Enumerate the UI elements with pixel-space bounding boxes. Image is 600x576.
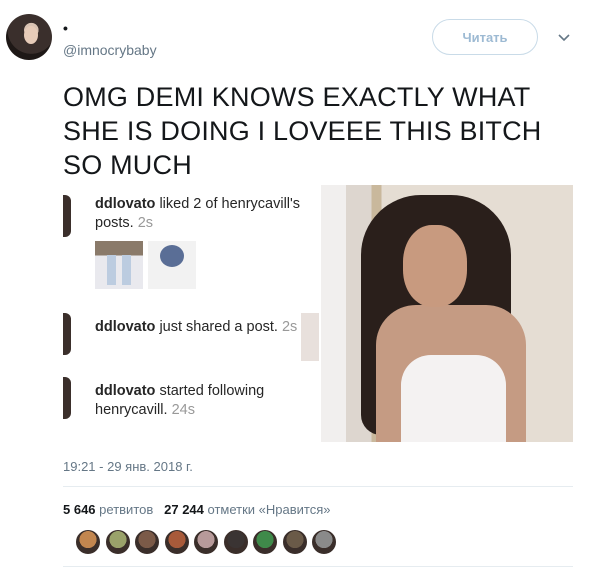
post-thumbnail: [301, 313, 319, 361]
tweet-media[interactable]: ddlovato liked 2 of henrycavill's posts.…: [63, 185, 573, 442]
liker-avatar[interactable]: [222, 529, 249, 555]
post-thumbnail: [95, 241, 143, 289]
divider: [63, 486, 573, 487]
tweet-text: OMG DEMI KNOWS EXACTLY WHAT SHE IS DOING…: [63, 82, 542, 180]
notification-avatar: [63, 313, 71, 355]
liker-avatar[interactable]: [193, 529, 219, 555]
tweet-timestamp[interactable]: 19:21 - 29 янв. 2018 г.: [63, 459, 193, 474]
tweet-stats: 5 646 ретвитов 27 244 отметки «Нравится»: [63, 502, 331, 517]
liker-avatar[interactable]: [311, 529, 337, 555]
avatar[interactable]: [6, 14, 52, 60]
divider: [63, 566, 573, 567]
avatar-face: [24, 26, 38, 44]
post-thumbnail: [148, 241, 196, 289]
liker-avatar[interactable]: [252, 529, 278, 555]
display-name[interactable]: •: [63, 20, 68, 36]
follow-button[interactable]: Читать: [432, 19, 538, 55]
notification-avatar: [63, 195, 71, 237]
likes-label[interactable]: отметки «Нравится»: [208, 502, 331, 517]
retweets-count[interactable]: 5 646: [63, 502, 96, 517]
chevron-down-icon[interactable]: [558, 31, 570, 43]
liker-avatar[interactable]: [281, 529, 308, 555]
liker-avatar[interactable]: [163, 529, 190, 555]
retweets-label[interactable]: ретвитов: [99, 502, 153, 517]
liker-avatar[interactable]: [134, 529, 160, 555]
user-handle[interactable]: @imnocrybaby: [63, 42, 157, 58]
liker-avatar[interactable]: [75, 529, 101, 555]
likers-list: [75, 529, 341, 555]
liker-avatar[interactable]: [104, 529, 131, 555]
notification-avatar: [63, 377, 71, 419]
likes-count[interactable]: 27 244: [164, 502, 204, 517]
photo[interactable]: [321, 185, 573, 442]
notification-item: ddlovato liked 2 of henrycavill's posts.…: [95, 196, 301, 231]
notification-item: ddlovato started following henrycavill. …: [95, 383, 265, 418]
notification-item: ddlovato just shared a post. 2s: [95, 319, 298, 335]
